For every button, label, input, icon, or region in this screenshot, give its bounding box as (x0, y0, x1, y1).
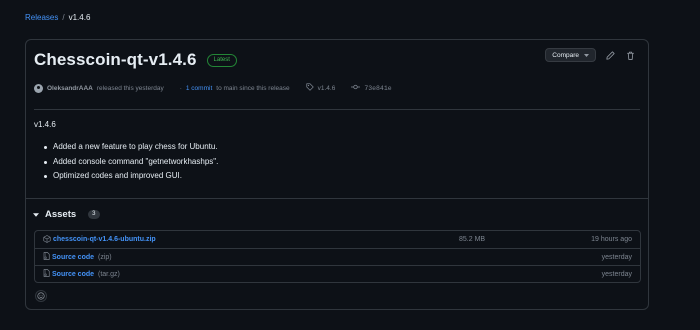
assets-divider (26, 198, 648, 199)
tag-icon (305, 83, 314, 93)
latest-badge: Latest (206, 53, 237, 67)
trash-icon[interactable] (624, 49, 636, 61)
release-actions: Compare (545, 48, 636, 62)
header-divider (34, 109, 640, 110)
triangle-down-icon (584, 52, 589, 59)
asset-suffix: (tar.gz) (98, 270, 120, 278)
breadcrumb-current: v1.4.6 (68, 13, 91, 22)
file-zip-icon (43, 252, 50, 262)
pencil-icon[interactable] (604, 49, 616, 61)
release-body-title: v1.4.6 (34, 120, 56, 129)
table-row: Source code (zip) yesterday (35, 248, 640, 265)
release-notes: Added a new feature to play chess for Ub… (44, 140, 218, 184)
release-card: Chesscoin-qt-v1.4.6 Latest Compare Oleks… (25, 39, 649, 310)
assets-list: chesscoin-qt-v1.4.6-ubuntu.zip 85.2 MB 1… (34, 230, 641, 283)
release-header: Chesscoin-qt-v1.4.6 Latest (34, 50, 237, 70)
package-icon (43, 234, 51, 245)
breadcrumb: Releases / v1.4.6 (25, 13, 90, 22)
compare-label: Compare (552, 51, 579, 59)
table-row: chesscoin-qt-v1.4.6-ubuntu.zip 85.2 MB 1… (35, 231, 640, 248)
triangle-down-icon (33, 210, 39, 219)
commits-suffix: to main since this release (216, 84, 290, 92)
commits-link[interactable]: 1 commit (186, 85, 212, 92)
breadcrumb-releases-link[interactable]: Releases (25, 13, 58, 22)
commit-hash-link[interactable]: 73e841e (364, 85, 391, 92)
table-row: Source code (tar.gz) yesterday (35, 265, 640, 282)
list-item: Added console command "getnetworkhashps"… (44, 155, 218, 170)
asset-link[interactable]: Source code (tar.gz) (43, 269, 120, 279)
list-item: Added a new feature to play chess for Ub… (44, 140, 218, 155)
asset-suffix: (zip) (98, 253, 112, 261)
compare-button[interactable]: Compare (545, 48, 596, 62)
asset-link[interactable]: chesscoin-qt-v1.4.6-ubuntu.zip (43, 234, 156, 245)
commits-dot: · (179, 84, 182, 92)
file-zip-icon (43, 269, 50, 279)
assets-title: Assets (45, 209, 77, 220)
asset-date: yesterday (601, 270, 632, 278)
tag-link[interactable]: v1.4.6 (318, 85, 336, 92)
assets-count-badge: 3 (88, 210, 100, 219)
asset-size: 85.2 MB (459, 236, 486, 243)
asset-name: Source code (52, 270, 95, 278)
asset-name: chesscoin-qt-v1.4.6-ubuntu.zip (53, 236, 156, 243)
avatar[interactable] (34, 83, 43, 93)
git-commit-icon (351, 84, 361, 92)
author-link[interactable]: OleksandrAAA (47, 85, 93, 92)
smiley-icon[interactable] (35, 290, 47, 302)
asset-date: yesterday (601, 253, 632, 261)
list-item: Optimized codes and improved GUI. (44, 169, 218, 184)
asset-date: 19 hours ago (591, 236, 632, 243)
asset-link[interactable]: Source code (zip) (43, 252, 112, 262)
released-text: released this yesterday (96, 84, 164, 92)
assets-toggle[interactable]: Assets 3 (33, 209, 100, 220)
release-title[interactable]: Chesscoin-qt-v1.4.6 (34, 50, 197, 70)
asset-name: Source code (52, 253, 95, 261)
breadcrumb-separator: / (62, 13, 65, 22)
release-meta: OleksandrAAA released this yesterday · 1… (34, 83, 392, 93)
